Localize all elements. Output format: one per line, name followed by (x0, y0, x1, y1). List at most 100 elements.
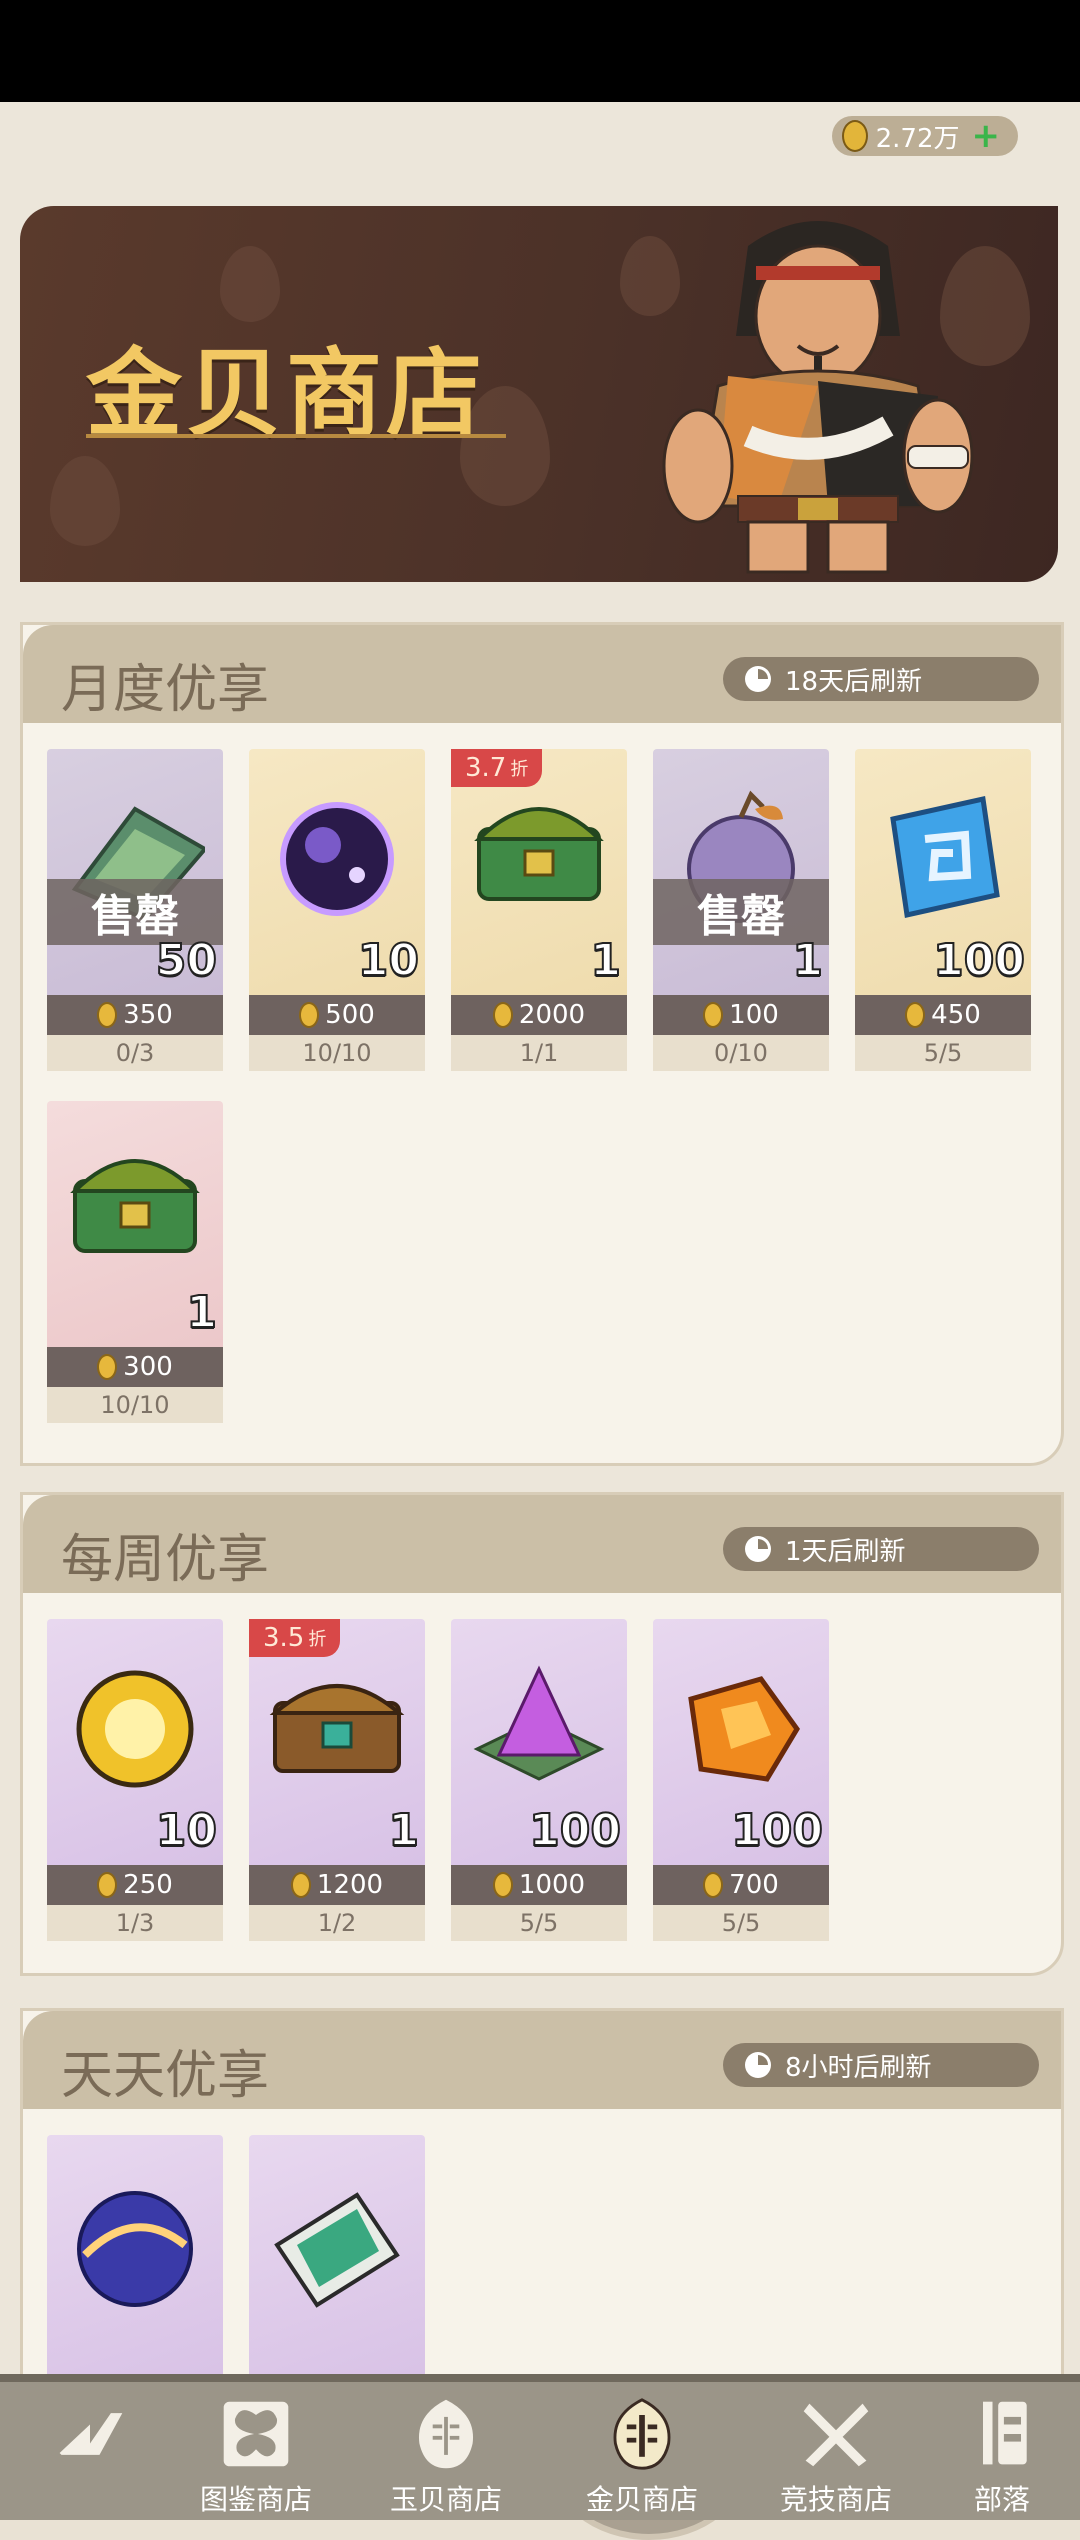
purchase-limit: 5/5 (451, 1905, 627, 1941)
discount-value: 3.5 (263, 1623, 305, 1653)
nav-tab-1[interactable]: 图鉴商店 (166, 2396, 346, 2516)
discount-badge: 3.7 折 (451, 749, 543, 787)
section-header: 天天优享 8小时后刷新 (23, 2011, 1061, 2109)
clock-icon (745, 666, 771, 692)
refresh-timer: 8小时后刷新 (723, 2043, 1039, 2087)
discount-badge: 3.5 折 (249, 1619, 341, 1657)
price-tag[interactable]: 100 (653, 995, 829, 1035)
refresh-text: 18天后刷新 (785, 666, 923, 697)
section-header: 月度优享 18天后刷新 (23, 625, 1061, 723)
price-value: 250 (123, 1870, 173, 1900)
gold-shell-coin-icon (841, 120, 868, 152)
green-ticket-icon (274, 2192, 400, 2308)
price-tag[interactable]: 300 (47, 1347, 223, 1387)
refresh-timer: 1天后刷新 (723, 1527, 1039, 1571)
shell-decoration (220, 246, 280, 322)
section-title: 每周优享 (61, 1530, 270, 1590)
price-tag[interactable]: 500 (249, 995, 425, 1035)
item-quantity: 50 (155, 934, 218, 987)
item-quantity: 1 (387, 1804, 420, 1857)
price-tag[interactable]: 1200 (249, 1865, 425, 1905)
purchase-limit: 1/3 (47, 1905, 223, 1941)
item-grid: 售罄 50 350 0/3 10 500 10/10 3.7 折 1 2000 1/1 售罄 1 100 0/… (47, 749, 1047, 1423)
item-quantity: 100 (932, 934, 1026, 987)
section-title: 月度优享 (61, 660, 270, 720)
price-value: 100 (729, 1000, 779, 1030)
tribal-chief-character (662, 221, 974, 574)
nav-label: 部落 (973, 2483, 1030, 2516)
jade-chest-icon (474, 807, 604, 901)
shop-banner: 金贝商店 (20, 206, 1058, 582)
section-weekly: 每周优享 1天后刷新 10 250 1/3 3.5 折 1 1200 1/2 100 1000 5/… (20, 1492, 1064, 1976)
currency-amount: 2.72万 (875, 123, 960, 154)
price-value: 450 (931, 1000, 981, 1030)
price-value: 1000 (518, 1870, 586, 1900)
price-tag[interactable]: 2000 (451, 995, 627, 1035)
item-art (249, 2135, 425, 2381)
shop-item-card[interactable]: 1 300 10/10 (47, 1101, 223, 1423)
nav-back[interactable] (0, 2396, 180, 2516)
shop-item-card[interactable]: 3.5 折 1 1200 1/2 (249, 1619, 425, 1941)
clock-icon (745, 2052, 771, 2078)
price-tag[interactable]: 350 (47, 995, 223, 1035)
price-value: 2000 (518, 1000, 586, 1030)
gold-shell-coin-icon (97, 1872, 118, 1898)
item-quantity: 100 (730, 1804, 824, 1857)
section-monthly: 月度优享 18天后刷新 售罄 50 350 0/3 10 500 10/10 3.7 折 1 200… (20, 622, 1064, 1466)
bottom-nav: 图鉴商店 玉贝商店 金贝商店 竞技商店 部落 (0, 2374, 1080, 2520)
jade-chest-icon (70, 1159, 200, 1253)
refresh-text: 1天后刷新 (785, 1536, 906, 1567)
shop-item-card[interactable]: 100 700 5/5 (653, 1619, 829, 1941)
shop-item-card[interactable]: 10 500 10/10 (249, 749, 425, 1071)
item-quantity: 100 (528, 1804, 622, 1857)
purple-orb-icon (280, 802, 394, 916)
shop-item-card[interactable]: 售罄 50 350 0/3 (47, 749, 223, 1071)
purchase-limit: 0/3 (47, 1035, 223, 1071)
shop-item-card[interactable]: 10 250 1/3 (47, 1619, 223, 1941)
price-tag[interactable]: 250 (47, 1865, 223, 1905)
gold-shell-icon (613, 2398, 671, 2470)
nav-label: 玉贝商店 (389, 2483, 502, 2516)
nav-tab-2[interactable]: 玉贝商店 (356, 2396, 536, 2516)
nav-label: 竞技商店 (779, 2483, 892, 2516)
wooden-chest-icon (269, 1684, 405, 1773)
price-value: 700 (729, 1870, 779, 1900)
nav-tab-4[interactable]: 竞技商店 (746, 2396, 926, 2516)
gold-shell-coin-icon (97, 1002, 118, 1028)
price-tag[interactable]: 700 (653, 1865, 829, 1905)
item-quantity: 1 (589, 934, 622, 987)
jade-shell-icon (418, 2399, 474, 2469)
purchase-limit: 5/5 (855, 1035, 1031, 1071)
back-logo-icon (59, 2413, 123, 2455)
purple-crystal-icon (473, 1665, 605, 1781)
purchase-limit: 0/10 (653, 1035, 829, 1071)
shop-item-card[interactable]: 售罄 1 100 0/10 (653, 749, 829, 1071)
clock-icon (745, 1536, 771, 1562)
shop-item-card[interactable]: 100 450 5/5 (855, 749, 1031, 1071)
gold-shell-coin-icon (703, 1002, 724, 1028)
shop-item-card[interactable]: 3.7 折 1 2000 1/1 (451, 749, 627, 1071)
item-quantity: 10 (155, 1804, 218, 1857)
price-value: 500 (325, 1000, 375, 1030)
price-tag[interactable]: 450 (855, 995, 1031, 1035)
purchase-limit: 10/10 (47, 1387, 223, 1423)
discount-unit: 折 (510, 759, 529, 780)
amber-ore-icon (688, 1676, 800, 1782)
nav-tab-5[interactable]: 部落 (912, 2396, 1080, 2516)
title-underline (86, 434, 506, 438)
refresh-text: 8小时后刷新 (785, 2052, 932, 2083)
nav-tab-3[interactable]: 金贝商店 (552, 2396, 732, 2516)
section-title: 天天优享 (61, 2046, 270, 2106)
item-grid: 10 250 1/3 3.5 折 1 1200 1/2 100 1000 5/5 100 700 5/5 (47, 1619, 1047, 1941)
currency-display[interactable]: 2.72万 + (831, 116, 1018, 156)
price-tag[interactable]: 1000 (451, 1865, 627, 1905)
gold-shell-coin-icon (492, 1002, 513, 1028)
nav-label: 图鉴商店 (199, 2483, 312, 2516)
section-header: 每周优享 1天后刷新 (23, 1495, 1061, 1593)
gold-shell-coin-icon (299, 1002, 320, 1028)
purchase-limit: 5/5 (653, 1905, 829, 1941)
plus-icon[interactable]: + (972, 116, 1001, 156)
gold-shell-coin-icon (97, 1354, 118, 1380)
shop-item-card[interactable]: 100 1000 5/5 (451, 1619, 627, 1941)
price-value: 300 (123, 1352, 173, 1382)
